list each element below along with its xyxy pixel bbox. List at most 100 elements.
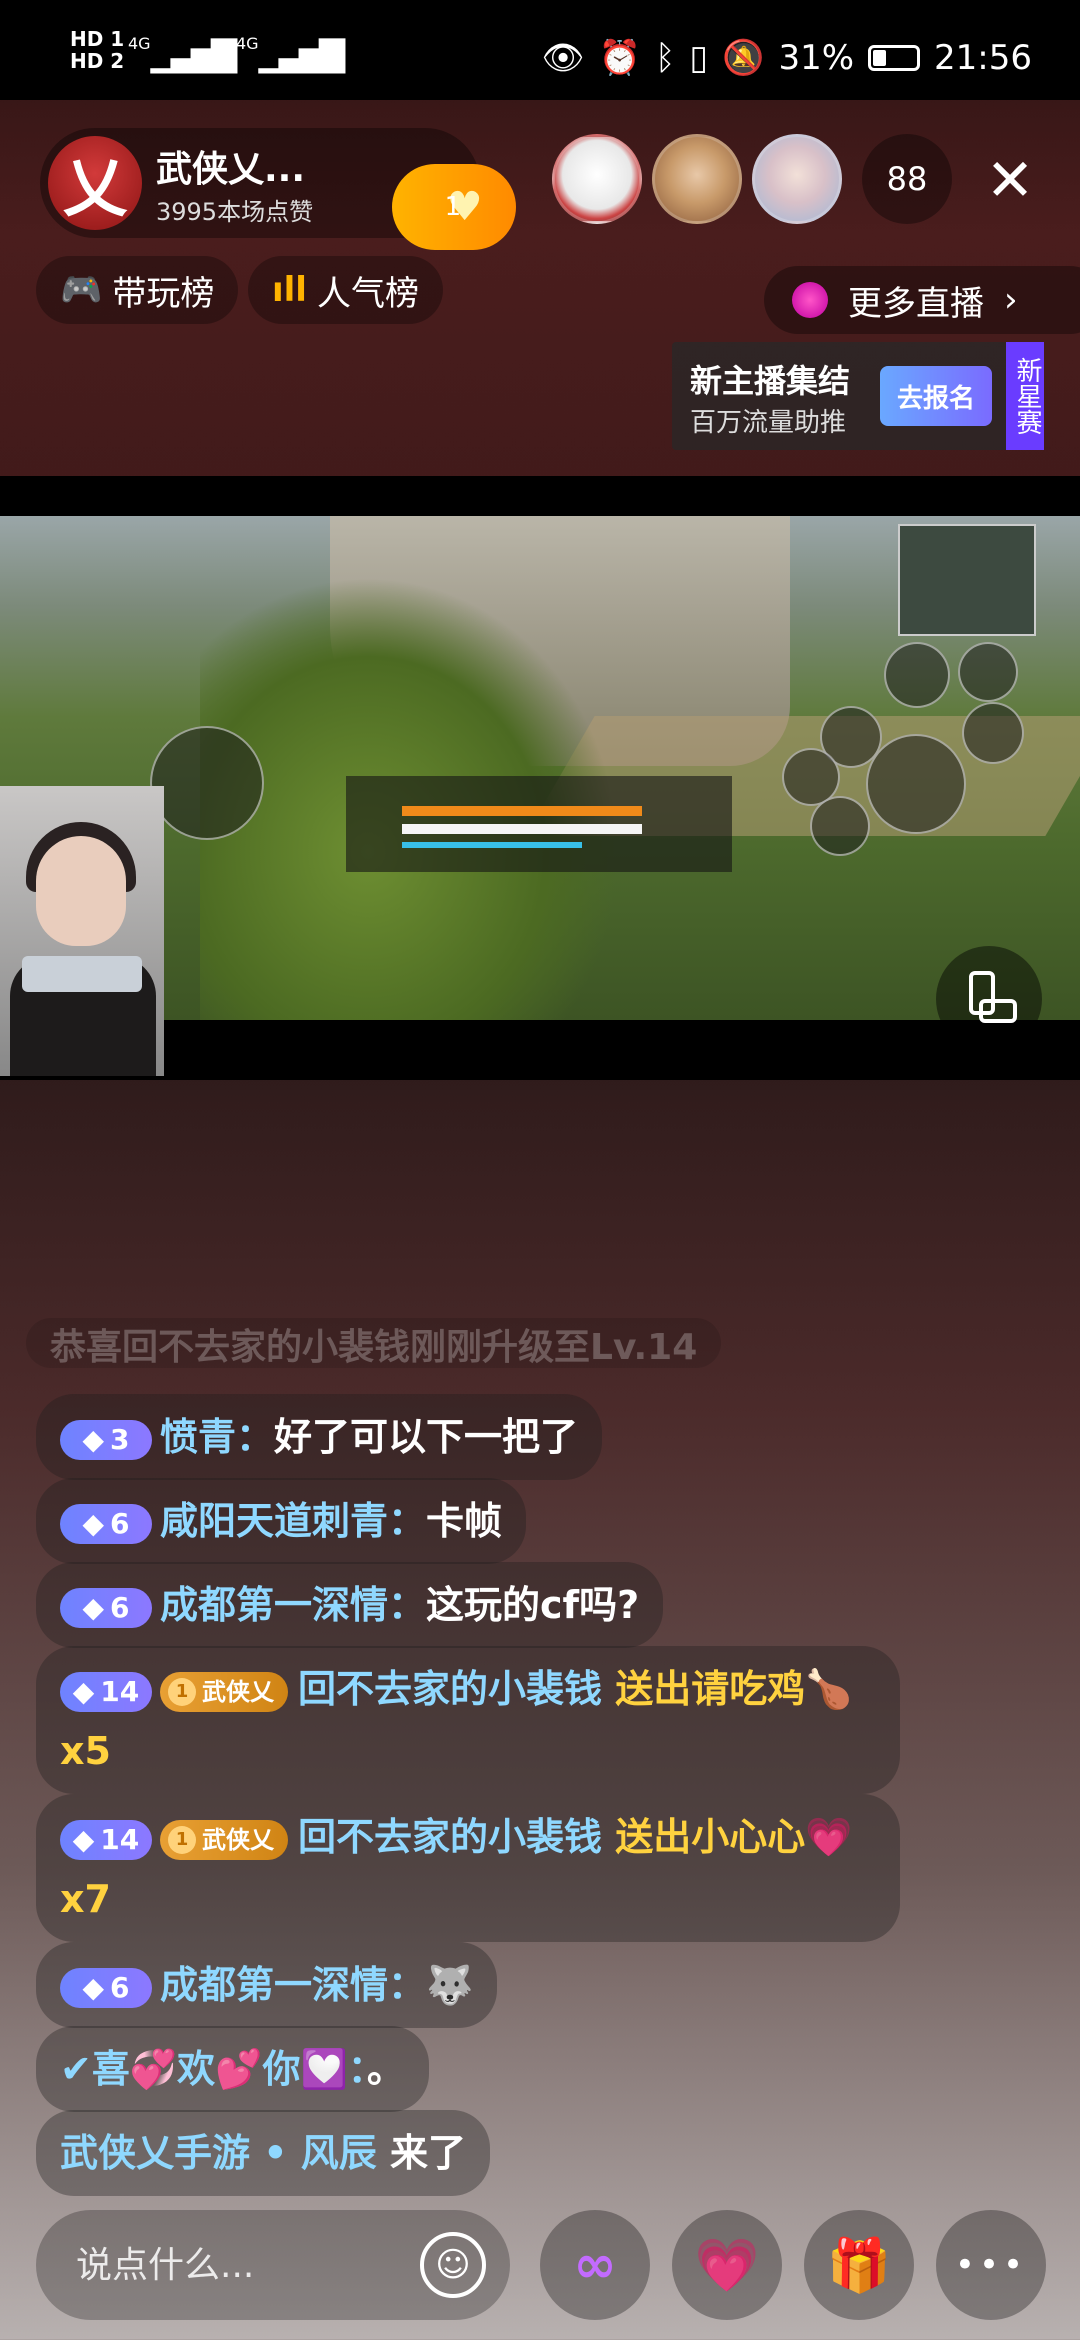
- live-header: 乂 武侠乂... 3995本场点赞 ♥ 1 88 ✕ 🎮 带玩榜 ıll 人气榜…: [0, 100, 1080, 480]
- live-video[interactable]: [0, 476, 1080, 1080]
- anchor-avatar[interactable]: 乂: [48, 136, 142, 230]
- level-badge: ◆ 14: [60, 1671, 152, 1712]
- level-number: 6: [110, 1590, 130, 1624]
- level-number: 6: [110, 1970, 130, 2004]
- clock: 21:56: [934, 38, 1032, 78]
- game-minimap: [898, 524, 1036, 636]
- emoji-icon[interactable]: ☺: [420, 2232, 486, 2298]
- chat-username[interactable]: 愤青: [160, 1415, 236, 1459]
- gift-count: x5: [60, 1729, 111, 1773]
- promo-tag: 新星赛: [1006, 342, 1044, 450]
- fan-club-level: 1: [444, 192, 462, 222]
- viewer-avatar[interactable]: [552, 134, 642, 224]
- chat-gift-message[interactable]: ◆ 14 1 武侠乂 回不去家的小裴钱 送出请吃鸡🍗 x5: [36, 1646, 900, 1794]
- fan-badge: 1 武侠乂: [160, 1819, 288, 1860]
- viewer-count[interactable]: 88: [862, 134, 952, 224]
- sim2-label: HD 2: [70, 49, 125, 73]
- diamond-icon: ◆: [72, 1822, 95, 1856]
- rotate-screen-icon: [969, 971, 1017, 1023]
- game-weapon-bar: [346, 776, 732, 872]
- popularity-rank-chip[interactable]: ıll 人气榜: [248, 256, 443, 324]
- level-number: 14: [100, 1822, 140, 1856]
- chat-username[interactable]: 回不去家的小裴钱: [298, 1815, 602, 1859]
- play-rank-chip[interactable]: 🎮 带玩榜: [36, 256, 239, 324]
- bluetooth-icon: ᛒ: [654, 38, 676, 78]
- diamond-icon: ◆: [82, 1422, 105, 1456]
- popularity-rank-label: 人气榜: [316, 273, 419, 314]
- chat-separator: ：: [388, 1583, 427, 1627]
- chevron-right-icon: ›: [1004, 280, 1018, 320]
- anchor-likes: 3995本场点赞: [156, 198, 314, 226]
- heart-icon[interactable]: 💗: [672, 2210, 782, 2320]
- chat-separator: ：: [236, 1415, 275, 1459]
- battery-fill: [873, 50, 887, 66]
- close-button[interactable]: ✕: [980, 150, 1040, 210]
- sim1-label: HD 1: [70, 27, 125, 51]
- chat-username[interactable]: 成都第一深情: [160, 1963, 388, 2007]
- net1-label: 4G: [128, 34, 151, 53]
- bottom-bar: ☺ ∞ 💗 🎁 •••: [0, 2200, 1080, 2340]
- status-bar: HD 1 HD 2 4G▁▃▅▇ 4G▁▃▅▇ 👁 ⏰ ᛒ ▯ 🔕 31% 21…: [0, 0, 1080, 100]
- chat-separator: ：: [347, 2047, 367, 2091]
- top-viewers[interactable]: [552, 134, 842, 224]
- gift-icon[interactable]: 🎁: [804, 2210, 914, 2320]
- chat-message[interactable]: ◆ 6 成都第一深情：这玩的cf吗?: [36, 1562, 664, 1648]
- chat-separator: ：: [388, 1499, 427, 1543]
- chat-text: 来了: [389, 2131, 466, 2175]
- diamond-icon: ◆: [72, 1674, 95, 1708]
- chat-gift-message[interactable]: ◆ 14 1 武侠乂 回不去家的小裴钱 送出小心心💗 x7: [36, 1794, 900, 1942]
- net2-label: 4G: [235, 34, 259, 53]
- chat-message[interactable]: ◆ 6 咸阳天道刺青：卡帧: [36, 1478, 527, 1564]
- gift-count: x7: [60, 1877, 111, 1921]
- anchor-info[interactable]: 乂 武侠乂... 3995本场点赞 ♥ 1: [40, 128, 516, 250]
- link-icon[interactable]: ∞: [540, 2210, 650, 2320]
- signal-icon: 4G▁▃▅▇ 4G▁▃▅▇: [128, 34, 345, 74]
- streamer-camera: [0, 786, 164, 1076]
- chat-separator: ：: [388, 1963, 427, 2007]
- chat-message[interactable]: ✔喜💞欢💕你💟：。: [36, 2026, 429, 2112]
- chat-message[interactable]: ◆ 6 成都第一深情：🐺: [36, 1942, 498, 2028]
- promo-title: 新主播集结: [690, 362, 851, 400]
- chat-enter-message[interactable]: 武侠乂手游 • 风辰 来了: [36, 2110, 490, 2196]
- fan-badge-label: 武侠乂: [202, 1677, 274, 1706]
- level-number: 6: [110, 1506, 130, 1540]
- play-rank-label: 带玩榜: [112, 273, 215, 314]
- game-shield-button: [884, 642, 950, 708]
- chicken-gift-icon: 🍗: [805, 1667, 853, 1711]
- eye-icon: 👁: [541, 38, 585, 78]
- level-number: 14: [100, 1674, 140, 1708]
- more-icon[interactable]: •••: [936, 2210, 1046, 2320]
- live-dot-icon: [792, 282, 828, 318]
- bar-chart-icon: ıll: [272, 270, 307, 310]
- game-skill-button: [810, 796, 870, 856]
- promo-banner[interactable]: 新主播集结 百万流量助推 去报名 新星赛: [672, 342, 1044, 450]
- gift-name: 心: [767, 1815, 806, 1859]
- diamond-icon: ◆: [82, 1590, 105, 1624]
- game-health-bar: [402, 824, 642, 834]
- more-live-button[interactable]: 更多直播 ›: [764, 266, 1080, 334]
- chat-username[interactable]: 成都第一深情: [160, 1583, 388, 1627]
- rotate-screen-button[interactable]: [936, 946, 1042, 1052]
- viewer-avatar[interactable]: [752, 134, 842, 224]
- chat-username[interactable]: 回不去家的小裴钱: [298, 1667, 602, 1711]
- level-number: 3: [110, 1422, 130, 1456]
- mute-icon: 🔕: [722, 38, 765, 78]
- chat-username[interactable]: ✔喜💞欢💕你💟: [60, 2047, 348, 2091]
- chat-username[interactable]: 咸阳天道刺青: [160, 1499, 388, 1543]
- chat-text: 这玩的cf吗?: [426, 1583, 640, 1627]
- game-attack-button: [866, 734, 966, 834]
- game-skill-button: [962, 702, 1024, 764]
- game-energy-bar: [402, 842, 582, 848]
- wolf-emoji-icon: 🐺: [426, 1963, 474, 2007]
- chat-system-message: 恭喜回不去家的小裴钱刚刚升级至Lv.14: [26, 1318, 722, 1368]
- viewer-avatar[interactable]: [652, 134, 742, 224]
- fan-badge: 1 武侠乂: [160, 1671, 288, 1712]
- status-right: 👁 ⏰ ᛒ ▯ 🔕 31% 21:56: [541, 38, 1032, 78]
- fan-club-button[interactable]: ♥ 1: [392, 164, 516, 250]
- chat-username[interactable]: 武侠乂手游 • 风辰: [60, 2131, 377, 2175]
- chat-message[interactable]: ◆ 3 愤青：好了可以下一把了: [36, 1394, 603, 1480]
- level-badge: ◆ 3: [60, 1419, 152, 1460]
- battery-icon: [868, 45, 921, 71]
- promo-signup-button[interactable]: 去报名: [880, 366, 992, 426]
- diamond-icon: ◆: [82, 1970, 105, 2004]
